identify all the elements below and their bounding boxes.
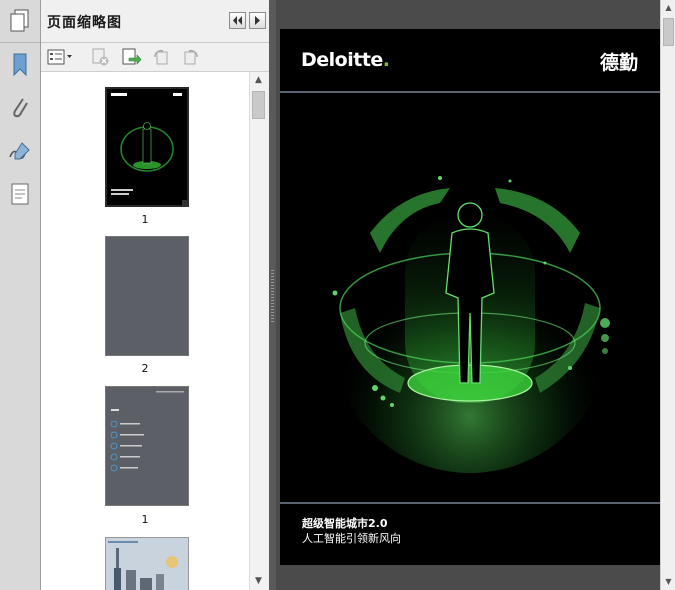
attachments-icon[interactable] — [6, 93, 34, 121]
cover-thumbnail-image — [107, 89, 187, 205]
scroll-down-arrow[interactable]: ▼ — [661, 574, 675, 590]
navigation-rail — [0, 0, 41, 590]
scrollbar-thumb[interactable] — [663, 18, 674, 46]
deloitte-chinese-logo: 德勤 — [599, 52, 638, 74]
cover-hero-image — [280, 91, 660, 504]
chevron-right-icon — [255, 16, 260, 25]
bookmarks-icon[interactable] — [6, 50, 34, 78]
panel-splitter[interactable] — [269, 0, 276, 590]
thumbnail-number: 1 — [141, 513, 149, 526]
collapse-panel-button[interactable] — [229, 12, 246, 29]
insert-page-icon[interactable] — [120, 47, 142, 67]
rotate-counterclockwise-icon[interactable] — [150, 47, 172, 67]
document-page: Deloitte. 德勤 超级智能城市2.0 人工智能引领新风向 — [280, 29, 660, 565]
content-icon[interactable] — [6, 180, 34, 208]
panel-header: 页面缩略图 — [41, 0, 269, 43]
document-scrollbar[interactable]: ▲ ▼ — [660, 0, 675, 590]
thumbnail-number: 1 — [141, 213, 149, 226]
thumbnails-toolbar — [41, 43, 269, 72]
scrollbar-thumb[interactable] — [252, 91, 265, 119]
cover-subtitle: 人工智能引领新风向 — [302, 532, 401, 545]
scroll-up-arrow[interactable]: ▲ — [661, 0, 675, 16]
panel-title: 页面缩略图 — [47, 15, 122, 31]
splitter-grip[interactable] — [271, 270, 274, 322]
delete-page-icon[interactable] — [89, 47, 111, 67]
scroll-down-arrow[interactable]: ▼ — [250, 573, 267, 590]
thumbnail-number: 2 — [141, 362, 149, 375]
options-menu-icon[interactable] — [46, 47, 74, 67]
rotate-clockwise-icon[interactable] — [180, 47, 202, 67]
thumbnail-page-toc[interactable] — [105, 386, 189, 506]
page-thumbnails-icon[interactable] — [6, 7, 34, 35]
scroll-up-arrow[interactable]: ▲ — [250, 72, 267, 89]
hologram-person-illustration — [280, 93, 660, 502]
thumbnail-page-city[interactable] — [105, 537, 189, 590]
cover-title: 超级智能城市2.0 — [302, 517, 388, 530]
thumbnail-page-blank[interactable] — [105, 236, 189, 356]
city-thumbnail-image — [106, 538, 188, 590]
thumbnail-page-cover[interactable] — [105, 87, 189, 207]
panel-options-button[interactable] — [249, 12, 266, 29]
rail-header — [0, 0, 40, 43]
page-resize-handle[interactable] — [182, 200, 189, 207]
thumbnails-scrollbar[interactable]: ▲ ▼ — [249, 72, 267, 590]
thumbnail-list[interactable]: 1 2 1 — [41, 72, 249, 590]
toc-thumbnail-image — [110, 391, 184, 472]
double-chevron-left-icon — [233, 16, 242, 25]
page-thumbnails-panel: 页面缩略图 1 2 1 ▲ ▼ — [41, 0, 270, 590]
document-view[interactable]: Deloitte. 德勤 超级智能城市2.0 人工智能引领新风向 — [276, 0, 660, 590]
signatures-icon[interactable] — [6, 137, 34, 165]
deloitte-logo: Deloitte. — [301, 49, 390, 71]
